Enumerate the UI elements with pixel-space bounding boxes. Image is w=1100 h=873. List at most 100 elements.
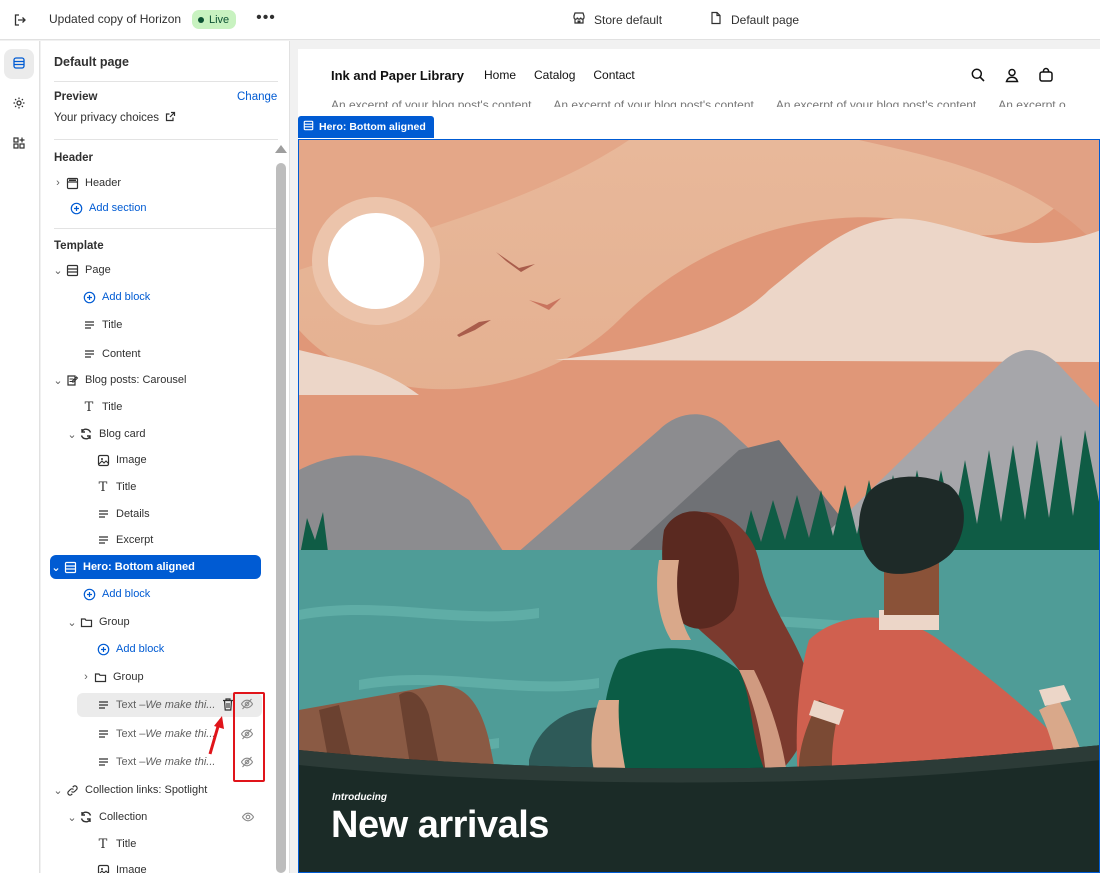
- tree-item-excerpt[interactable]: Excerpt: [95, 528, 265, 552]
- store-selector[interactable]: Store default: [572, 11, 662, 28]
- tree-item-collection[interactable]: ⌄ Collection: [66, 805, 261, 829]
- scroll-up-arrow[interactable]: [275, 145, 287, 153]
- folder-icon: [78, 614, 94, 630]
- tree-item-title[interactable]: T Title: [81, 395, 261, 419]
- storefront-preview: Ink and Paper Library Home Catalog Conta…: [298, 49, 1100, 873]
- top-bar: Updated copy of Horizon Live ••• Store d…: [0, 0, 1100, 40]
- tree-item-label: Collection links: Spotlight: [85, 784, 208, 796]
- search-icon[interactable]: [970, 67, 986, 86]
- hero-heading: New arrivals: [331, 804, 549, 846]
- tree-item-title[interactable]: T Title: [95, 475, 265, 499]
- text-lines-icon: [95, 754, 111, 770]
- chevron-down-icon[interactable]: ⌄: [50, 561, 62, 574]
- add-block-label: Add block: [102, 291, 151, 303]
- tree-item-label: Header: [85, 177, 122, 189]
- tree-item-blog-card[interactable]: ⌄ Blog card: [66, 422, 256, 446]
- apps-icon: [12, 136, 26, 153]
- refresh-icon: [78, 809, 94, 825]
- text-lines-icon: [81, 317, 97, 333]
- header-layout-icon: [64, 175, 80, 191]
- tree-item-collection-links[interactable]: ⌄ Collection links: Spotlight: [52, 778, 262, 802]
- chevron-down-icon[interactable]: ⌄: [66, 428, 78, 441]
- header-group-label: Header: [54, 152, 93, 164]
- nav-link-catalog[interactable]: Catalog: [534, 68, 575, 82]
- theme-settings-button[interactable]: [4, 89, 34, 119]
- cart-icon[interactable]: [1038, 67, 1054, 86]
- chevron-right-icon[interactable]: ›: [52, 177, 64, 189]
- section-tag-label: Hero: Bottom aligned: [319, 121, 426, 133]
- privacy-link[interactable]: Your privacy choices: [54, 111, 176, 125]
- excerpt-text: An excerpt o: [998, 98, 1066, 107]
- add-block-button[interactable]: Add block: [95, 637, 265, 661]
- tree-item-label: Hero: Bottom aligned: [83, 561, 195, 573]
- add-block-label: Add block: [102, 588, 151, 600]
- page-icon: [709, 11, 723, 28]
- text-lines-icon: [95, 506, 111, 522]
- tree-item-label: Blog posts: Carousel: [85, 374, 187, 386]
- nav-link-contact[interactable]: Contact: [593, 68, 634, 82]
- chevron-down-icon[interactable]: ⌄: [52, 784, 64, 797]
- tree-item-title[interactable]: T Title: [95, 832, 265, 856]
- text-lines-icon: [95, 532, 111, 548]
- add-block-label: Add block: [116, 643, 165, 655]
- section-tag[interactable]: Hero: Bottom aligned: [298, 116, 434, 138]
- chevron-down-icon[interactable]: ⌄: [52, 264, 64, 277]
- eye-icon[interactable]: [241, 810, 255, 827]
- tree-item-label: Details: [116, 508, 150, 520]
- apps-button[interactable]: [4, 129, 34, 159]
- add-section-button[interactable]: Add section: [68, 196, 258, 220]
- tree-item-label: Text –: [116, 728, 146, 740]
- tree-item-label: Image: [116, 864, 147, 873]
- tree-item-image[interactable]: Image: [95, 858, 265, 873]
- tree-item-label: Group: [113, 671, 144, 683]
- chevron-down-icon[interactable]: ⌄: [52, 374, 64, 387]
- page-selector[interactable]: Default page: [709, 11, 799, 28]
- status-badge: Live: [192, 10, 237, 29]
- page-label: Default page: [731, 12, 800, 27]
- gear-icon: [12, 96, 26, 113]
- tree-item-title[interactable]: Title: [81, 313, 261, 337]
- refresh-icon: [78, 426, 94, 442]
- account-icon[interactable]: [1004, 67, 1020, 86]
- tree-item-group-nested[interactable]: › Group: [80, 665, 260, 689]
- add-block-button[interactable]: Add block: [81, 285, 261, 309]
- tree-item-blog-posts[interactable]: ⌄ Blog posts: Carousel: [52, 368, 262, 392]
- header-icons: [970, 67, 1054, 86]
- tree-item-label: Title: [116, 481, 137, 493]
- tree-item-header[interactable]: › Header: [52, 171, 262, 195]
- change-preview-link[interactable]: Change: [237, 91, 277, 103]
- hero-section[interactable]: Introducing New arrivals: [298, 139, 1100, 873]
- chevron-right-icon[interactable]: ›: [80, 671, 92, 683]
- template-group-label: Template: [54, 240, 104, 252]
- sections-button[interactable]: [4, 49, 34, 79]
- tree-item-page[interactable]: ⌄ Page: [52, 258, 262, 282]
- divider: [54, 139, 278, 140]
- annotation-arrow: [208, 716, 224, 755]
- main-nav: Home Catalog Contact: [484, 68, 635, 82]
- tree-item-content[interactable]: Content: [81, 342, 261, 366]
- chevron-down-icon[interactable]: ⌄: [66, 616, 78, 629]
- privacy-label: Your privacy choices: [54, 112, 160, 124]
- nav-link-home[interactable]: Home: [484, 68, 516, 82]
- tree-item-image[interactable]: Image: [95, 448, 265, 472]
- annotation-highlight-box: [233, 692, 265, 782]
- excerpt-text: An excerpt of your blog post's content: [331, 98, 532, 107]
- chevron-down-icon[interactable]: ⌄: [66, 811, 78, 824]
- status-label: Live: [209, 13, 230, 26]
- tree-item-group[interactable]: ⌄ Group: [66, 610, 261, 634]
- plus-circle-icon: [81, 586, 97, 602]
- add-block-button[interactable]: Add block: [81, 582, 261, 606]
- excerpt-text: An excerpt of your blog post's content: [553, 98, 754, 107]
- sidebar-title: Default page: [54, 55, 130, 69]
- excerpt-text: An excerpt of your blog post's content: [775, 98, 977, 107]
- site-title[interactable]: Ink and Paper Library: [331, 68, 464, 83]
- tree-item-details[interactable]: Details: [95, 502, 265, 526]
- type-icon: T: [84, 399, 94, 415]
- store-label: Store default: [594, 12, 663, 27]
- exit-icon[interactable]: [10, 10, 30, 30]
- scrollbar-thumb[interactable]: [276, 163, 286, 873]
- plus-circle-icon: [81, 289, 97, 305]
- more-actions-button[interactable]: •••: [256, 8, 276, 28]
- tree-item-hero[interactable]: ⌄ Hero: Bottom aligned: [50, 555, 261, 579]
- preview-label: Preview: [54, 91, 98, 103]
